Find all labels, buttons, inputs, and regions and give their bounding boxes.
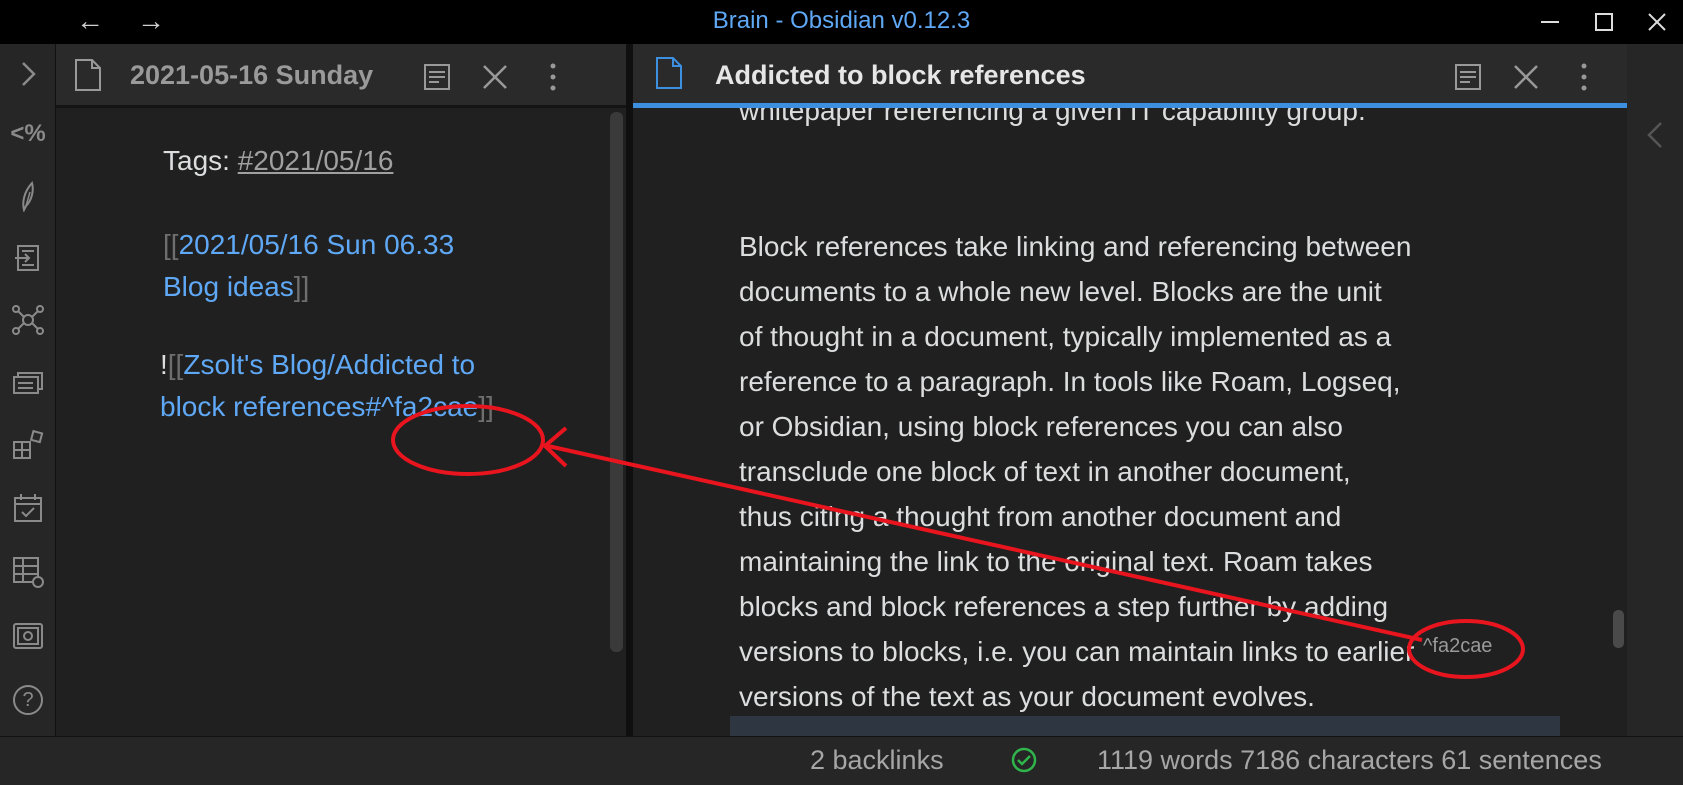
right-pane-content[interactable]: whitepaper referencing a given IT capabi… xyxy=(633,108,1627,736)
left-pane-title[interactable]: 2021-05-16 Sunday xyxy=(130,60,373,91)
more-options-icon[interactable] xyxy=(1569,62,1599,92)
reading-mode-icon[interactable] xyxy=(422,62,452,92)
quill-icon[interactable] xyxy=(10,178,46,214)
sync-check-icon[interactable] xyxy=(1011,747,1037,773)
vault-icon[interactable] xyxy=(10,618,46,654)
tags-label: Tags: xyxy=(163,145,238,176)
embed-block-ref[interactable]: #^fa2cae xyxy=(365,391,478,422)
expand-icon[interactable] xyxy=(10,56,46,92)
paragraph-line: versions to blocks, i.e. you can maintai… xyxy=(739,636,1415,667)
embed-bang: ! xyxy=(160,349,168,380)
pane-divider[interactable] xyxy=(626,44,633,736)
embed-open-bracket: [[ xyxy=(167,349,184,380)
blog-ideas-link-line2[interactable]: Blog ideas]] xyxy=(163,264,309,309)
block-id: ^fa2cae xyxy=(1423,635,1493,657)
partial-line: whitepaper referencing a given IT capabi… xyxy=(739,108,1366,126)
title-bar: ← → Brain - Obsidian v0.12.3 xyxy=(0,0,1683,44)
link-open-bracket: [[ xyxy=(163,229,179,260)
maximize-icon[interactable] xyxy=(1592,10,1616,34)
cards-icon[interactable] xyxy=(10,364,46,400)
status-bar: 2 backlinks 1119 words 7186 characters 6… xyxy=(0,736,1683,785)
minimize-icon[interactable] xyxy=(1538,10,1562,34)
left-pane-header: 2021-05-16 Sunday xyxy=(56,44,626,108)
paragraph-line: documents to a whole new level. Blocks a… xyxy=(739,276,1382,307)
embed-close-bracket: ]] xyxy=(478,391,494,422)
paragraph-line: transclude one block of text in another … xyxy=(739,456,1351,487)
paragraph-line: or Obsidian, using block references you … xyxy=(739,411,1343,442)
date-tag[interactable]: #2021/05/16 xyxy=(238,145,394,176)
expand-right-sidebar-icon[interactable] xyxy=(1645,120,1665,150)
right-editor-pane: Addicted to block references whitepaper … xyxy=(633,44,1627,736)
import-icon[interactable] xyxy=(10,240,46,276)
link-close-bracket: ]] xyxy=(293,271,310,302)
calendar-icon[interactable] xyxy=(10,490,46,526)
embed-link[interactable]: ![[Zsolt's Blog/Addicted to xyxy=(160,342,475,387)
window-title: Brain - Obsidian v0.12.3 xyxy=(712,7,971,34)
paragraph-line: of thought in a document, typically impl… xyxy=(739,321,1392,352)
close-pane-icon[interactable] xyxy=(480,62,510,92)
link-text-line2[interactable]: Blog ideas xyxy=(163,271,294,302)
embed-text-line1[interactable]: Zsolt's Blog/Addicted to xyxy=(183,349,475,380)
document-icon xyxy=(656,57,682,89)
tags-line: Tags: #2021/05/16 xyxy=(163,138,393,183)
left-scrollbar[interactable] xyxy=(610,112,623,652)
blog-ideas-link[interactable]: [[2021/05/16 Sun 06.33 xyxy=(163,222,454,267)
document-icon xyxy=(75,59,101,91)
paragraph-line: maintaining the link to the original tex… xyxy=(739,546,1373,577)
close-window-icon[interactable] xyxy=(1645,10,1669,34)
word-count: 1119 words 7186 characters 61 sentences xyxy=(1097,745,1602,775)
blocks-icon[interactable] xyxy=(10,428,46,464)
graph-icon[interactable] xyxy=(10,302,46,338)
templater-icon[interactable]: <% xyxy=(10,116,46,152)
link-text-line1[interactable]: 2021/05/16 Sun 06.33 xyxy=(179,229,455,260)
right-scrollbar[interactable] xyxy=(1613,610,1624,648)
right-sidebar xyxy=(1627,44,1683,736)
help-icon[interactable]: ? xyxy=(10,682,46,718)
embed-text-line2[interactable]: block references xyxy=(160,391,365,422)
left-pane-content[interactable]: Tags: #2021/05/16 [[2021/05/16 Sun 06.33… xyxy=(56,108,626,736)
paragraph-line: blocks and block references a step furth… xyxy=(739,591,1389,622)
left-ribbon: <% ? xyxy=(0,44,56,736)
embed-link-line2[interactable]: block references#^fa2cae]] xyxy=(160,384,494,429)
left-editor-pane: 2021-05-16 Sunday Tags: #2021/05/16 [[20… xyxy=(56,44,626,736)
block-paragraph[interactable]: Block references take linking and refere… xyxy=(739,224,1499,719)
next-block-highlight xyxy=(730,716,1560,736)
right-pane-title[interactable]: Addicted to block references xyxy=(715,60,1086,91)
paragraph-line: reference to a paragraph. In tools like … xyxy=(739,366,1401,397)
backlinks-count[interactable]: 2 backlinks xyxy=(810,745,944,776)
paragraph-line: Block references take linking and refere… xyxy=(739,231,1412,262)
reading-mode-icon[interactable] xyxy=(1453,62,1483,92)
right-pane-header: Addicted to block references xyxy=(633,44,1627,108)
paragraph-line: versions of the text as your document ev… xyxy=(739,681,1315,712)
close-pane-icon[interactable] xyxy=(1511,62,1541,92)
paragraph-line: thus citing a thought from another docum… xyxy=(739,501,1342,532)
table-settings-icon[interactable] xyxy=(10,554,46,590)
more-options-icon[interactable] xyxy=(538,62,568,92)
